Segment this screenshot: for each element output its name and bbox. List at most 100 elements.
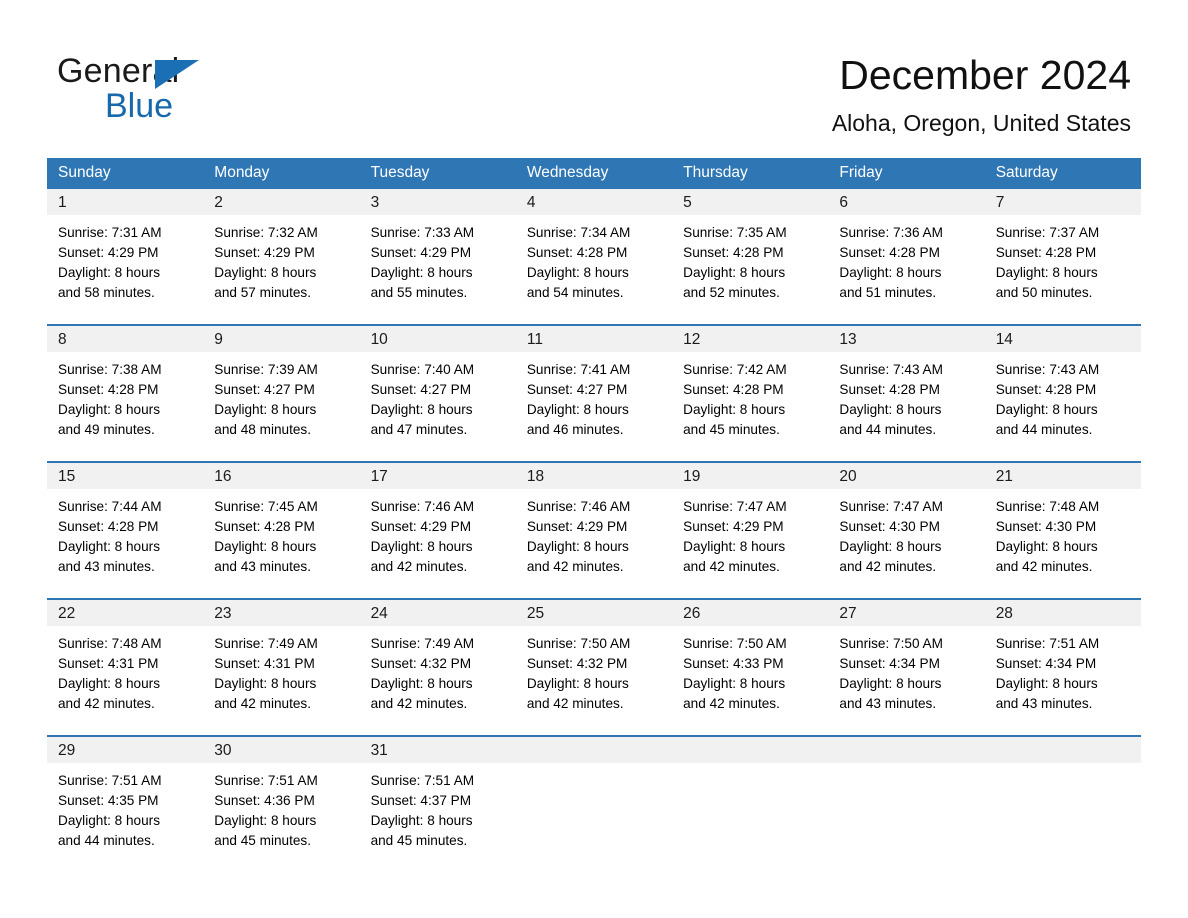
sunset-text: Sunset: 4:28 PM [526,245,628,260]
sunset-text: Sunset: 4:29 PM [370,519,472,534]
daylight-text-line2: and 45 minutes. [214,833,312,848]
sunrise-text: Sunrise: 7:33 AM [370,225,475,240]
day-number: 25 [515,600,673,626]
weekday-header-monday: Monday [214,164,270,181]
day-number: 22 [47,600,204,626]
sunset-text: Sunset: 4:28 PM [995,382,1097,397]
day-number: 1 [47,189,204,215]
daylight-text-line2: and 43 minutes. [214,559,312,574]
daylight-text-line1: Daylight: 8 hours [839,265,942,280]
daylight-text-line1: Daylight: 8 hours [683,265,786,280]
daylight-text-line1: Daylight: 8 hours [214,402,317,417]
day-cell[interactable]: 1 Sunrise: 7:31 AM Sunset: 4:29 PM Daylight… [47,189,204,313]
day-number: 15 [47,463,204,489]
weekday-header-sunday: Sunday [58,164,111,181]
daylight-text-line1: Daylight: 8 hours [214,265,317,280]
day-sun-info: Sunrise: 7:43 AM Sunset: 4:28 PM Daylight:… [828,352,984,440]
day-cell-empty [515,737,673,861]
day-cell[interactable]: 12 Sunrise: 7:42 AM Sunset: 4:28 PM Dayligh… [672,326,829,450]
day-cell-empty [828,737,985,861]
day-cell[interactable]: 22 Sunrise: 7:48 AM Sunset: 4:31 PM Dayligh… [47,600,204,724]
day-number: 24 [359,600,516,626]
daylight-text-line2: and 42 minutes. [526,559,624,574]
day-sun-info: Sunrise: 7:50 AM Sunset: 4:34 PM Daylight:… [828,626,984,714]
day-number: 5 [672,189,829,215]
sunset-text: Sunset: 4:28 PM [839,245,940,260]
day-cell[interactable]: 2 Sunrise: 7:32 AM Sunset: 4:29 PM Daylight… [203,189,360,313]
day-cell[interactable]: 30 Sunrise: 7:51 AM Sunset: 4:36 PM Dayligh… [203,737,360,861]
daylight-text-line2: and 44 minutes. [58,833,155,848]
day-cell[interactable]: 29 Sunrise: 7:51 AM Sunset: 4:35 PM Dayligh… [47,737,204,861]
day-cell[interactable]: 4 Sunrise: 7:34 AM Sunset: 4:28 PM Daylight… [515,189,673,313]
day-number: 18 [515,463,673,489]
daylight-text-line1: Daylight: 8 hours [526,539,629,554]
day-cell[interactable]: 3 Sunrise: 7:33 AM Sunset: 4:29 PM Daylight… [359,189,516,313]
sunrise-text: Sunrise: 7:43 AM [995,362,1100,377]
sunset-text: Sunset: 4:32 PM [370,656,472,671]
day-cell[interactable]: 16 Sunrise: 7:45 AM Sunset: 4:28 PM Dayligh… [203,463,360,587]
day-number: 6 [828,189,985,215]
day-cell[interactable]: 8 Sunrise: 7:38 AM Sunset: 4:28 PM Daylight… [47,326,204,450]
day-sun-info: Sunrise: 7:31 AM Sunset: 4:29 PM Daylight:… [47,215,203,303]
day-number: 31 [359,737,516,763]
day-sun-info: Sunrise: 7:32 AM Sunset: 4:29 PM Daylight:… [203,215,359,303]
day-number: 14 [984,326,1141,352]
day-cell[interactable]: 9 Sunrise: 7:39 AM Sunset: 4:27 PM Daylight… [203,326,360,450]
day-sun-info: Sunrise: 7:34 AM Sunset: 4:28 PM Daylight:… [516,215,672,303]
generalblue-logo[interactable]: General Blue [57,52,357,128]
day-number: 20 [828,463,985,489]
day-number: 12 [672,326,829,352]
daylight-text-line2: and 48 minutes. [214,422,312,437]
daylight-text-line2: and 43 minutes. [58,559,155,574]
sunrise-text: Sunrise: 7:46 AM [526,499,631,514]
sunset-text: Sunset: 4:31 PM [214,656,315,671]
day-cell[interactable]: 13 Sunrise: 7:43 AM Sunset: 4:28 PM Dayligh… [828,326,985,450]
sunrise-text: Sunrise: 7:49 AM [214,636,318,651]
day-cell[interactable]: 14 Sunrise: 7:43 AM Sunset: 4:28 PM Dayligh… [984,326,1141,450]
day-cell[interactable]: 21 Sunrise: 7:48 AM Sunset: 4:30 PM Dayligh… [984,463,1141,587]
day-cell[interactable]: 28 Sunrise: 7:51 AM Sunset: 4:34 PM Dayligh… [984,600,1141,724]
day-cell[interactable]: 15 Sunrise: 7:44 AM Sunset: 4:28 PM Dayligh… [47,463,204,587]
day-number: 10 [359,326,516,352]
daylight-text-line2: and 42 minutes. [214,696,312,711]
day-cell[interactable]: 31 Sunrise: 7:51 AM Sunset: 4:37 PM Dayligh… [359,737,516,861]
logo-text-blue: Blue [105,87,174,125]
sunset-text: Sunset: 4:28 PM [214,519,315,534]
sunrise-text: Sunrise: 7:39 AM [214,362,318,377]
day-cell[interactable]: 27 Sunrise: 7:50 AM Sunset: 4:34 PM Dayligh… [828,600,985,724]
daylight-text-line2: and 42 minutes. [370,559,468,574]
day-number: 2 [203,189,360,215]
day-cell[interactable]: 25 Sunrise: 7:50 AM Sunset: 4:32 PM Dayligh… [515,600,673,724]
day-cell[interactable]: 6 Sunrise: 7:36 AM Sunset: 4:28 PM Daylight… [828,189,985,313]
daylight-text-line2: and 51 minutes. [839,285,937,300]
day-cell[interactable]: 5 Sunrise: 7:35 AM Sunset: 4:28 PM Daylight… [672,189,829,313]
day-cell[interactable]: 18 Sunrise: 7:46 AM Sunset: 4:29 PM Dayligh… [515,463,673,587]
day-number: 11 [515,326,673,352]
day-cell[interactable]: 19 Sunrise: 7:47 AM Sunset: 4:29 PM Dayligh… [672,463,829,587]
day-cell[interactable]: 10 Sunrise: 7:40 AM Sunset: 4:27 PM Dayligh… [359,326,516,450]
day-cell[interactable]: 24 Sunrise: 7:49 AM Sunset: 4:32 PM Dayligh… [359,600,516,724]
daylight-text-line1: Daylight: 8 hours [370,539,473,554]
daylight-text-line1: Daylight: 8 hours [683,676,786,691]
sunrise-text: Sunrise: 7:47 AM [839,499,943,514]
daylight-text-line2: and 52 minutes. [683,285,780,300]
day-cell[interactable]: 11 Sunrise: 7:41 AM Sunset: 4:27 PM Dayligh… [515,326,673,450]
daylight-text-line2: and 45 minutes. [683,422,780,437]
day-cell-empty [984,737,1141,861]
sunset-text: Sunset: 4:37 PM [370,793,472,808]
day-cell[interactable]: 20 Sunrise: 7:47 AM Sunset: 4:30 PM Dayligh… [828,463,985,587]
day-sun-info: Sunrise: 7:33 AM Sunset: 4:29 PM Daylight:… [360,215,516,303]
day-number: 3 [359,189,516,215]
day-sun-info: Sunrise: 7:42 AM Sunset: 4:28 PM Daylight:… [672,352,828,440]
sunrise-text: Sunrise: 7:51 AM [214,773,318,788]
sunset-text: Sunset: 4:29 PM [370,245,472,260]
day-cell[interactable]: 23 Sunrise: 7:49 AM Sunset: 4:31 PM Dayligh… [203,600,360,724]
sunrise-text: Sunrise: 7:48 AM [58,636,162,651]
day-cell[interactable]: 7 Sunrise: 7:37 AM Sunset: 4:28 PM Daylight… [984,189,1141,313]
sunrise-text: Sunrise: 7:51 AM [58,773,162,788]
sunset-text: Sunset: 4:35 PM [58,793,159,808]
day-cell[interactable]: 26 Sunrise: 7:50 AM Sunset: 4:33 PM Dayligh… [672,600,829,724]
sunset-text: Sunset: 4:33 PM [683,656,784,671]
day-cell[interactable]: 17 Sunrise: 7:46 AM Sunset: 4:29 PM Dayligh… [359,463,516,587]
daylight-text-line2: and 44 minutes. [995,422,1093,437]
